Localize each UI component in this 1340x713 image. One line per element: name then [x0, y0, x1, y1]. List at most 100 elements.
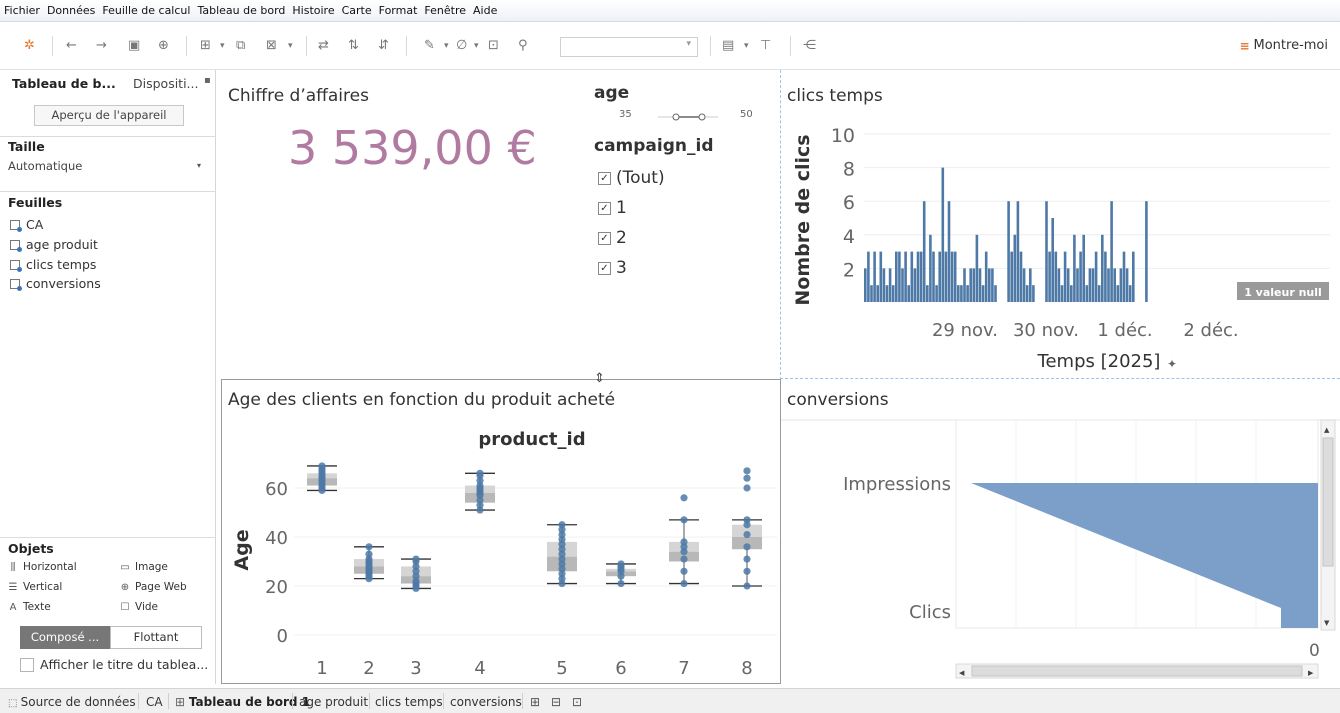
clics-bar [1145, 201, 1148, 302]
swap-icon[interactable]: ⇄ [318, 38, 329, 54]
age-point [743, 567, 751, 575]
clics-bar [891, 285, 895, 302]
chevron-down-icon[interactable]: ▾ [744, 38, 749, 54]
chevron-down-icon[interactable]: ▾ [220, 38, 225, 54]
tableau-logo-icon[interactable]: ✲ [24, 38, 35, 54]
sheet-item-conversions[interactable]: conversions [10, 276, 101, 291]
sheet-item-age-produit[interactable]: age produit [10, 237, 98, 252]
show-cards-icon[interactable]: ▤ [722, 38, 734, 54]
object-vertical[interactable]: ☰ Vertical [8, 581, 63, 593]
clics-bar [944, 251, 948, 302]
object-image[interactable]: ▭ Image [120, 561, 168, 573]
highlight-icon[interactable]: ✎ [424, 38, 435, 54]
chevron-down-icon[interactable]: ▾ [444, 38, 449, 54]
tab-clics-temps[interactable]: clics temps [375, 695, 443, 709]
campaign-option-3[interactable]: ✓ 3 [598, 258, 627, 278]
tiled-toggle-button[interactable]: Composé ... [20, 626, 110, 649]
checkbox[interactable] [20, 657, 34, 672]
age-range-slider[interactable] [658, 113, 718, 121]
clics-bar [1048, 251, 1051, 302]
age-point [617, 579, 625, 588]
redo-icon[interactable]: → [96, 38, 107, 54]
new-worksheet-icon[interactable]: ⊞ [530, 695, 540, 709]
clics-bar [879, 251, 883, 302]
chevron-down-icon[interactable]: ▾ [474, 38, 479, 54]
slider-handle-max[interactable] [698, 113, 706, 121]
divider [0, 136, 216, 137]
menu-feuille-de-calcul[interactable]: Feuille de calcul [102, 4, 190, 17]
clics-bar [1032, 285, 1035, 302]
age-point [743, 543, 751, 551]
ca-value: 3 539,00 € [288, 121, 537, 175]
clics-bar [895, 251, 898, 302]
floating-toggle-button[interactable]: Flottant [110, 626, 202, 649]
share-icon[interactable]: ⋲ [803, 38, 816, 54]
object-blank[interactable]: ☐ Vide [120, 601, 158, 613]
text-label-icon[interactable]: ⊡ [488, 38, 499, 54]
clics-bar [904, 251, 907, 302]
menu-format[interactable]: Format [379, 4, 418, 17]
clics-bar [1060, 285, 1064, 302]
tab-dashboard[interactable]: Tableau de b... [12, 76, 116, 91]
sheet-item-ca[interactable]: CA [10, 217, 43, 232]
menu-bar: Fichier Données Feuille de calcul Tablea… [0, 0, 1340, 22]
device-preview-button[interactable]: Aperçu de l'appareil [34, 105, 184, 126]
toolbar-separator [306, 36, 307, 56]
show-title-checkbox[interactable]: Afficher le titre du tablea... [20, 657, 208, 672]
menu-fichier[interactable]: Fichier [4, 4, 40, 17]
chevron-down-icon[interactable]: ▾ [288, 38, 293, 54]
sort-descending-icon[interactable]: ⇵ [378, 38, 389, 54]
checkbox-checked-icon[interactable]: ✓ [598, 261, 611, 275]
object-text[interactable]: A Texte [8, 601, 51, 613]
checkbox-checked-icon[interactable]: ✓ [598, 201, 611, 215]
new-datasource-icon[interactable]: ⊕ [158, 38, 169, 54]
campaign-option-all[interactable]: ✓ (Tout) [598, 168, 665, 188]
tab-menu-icon[interactable]: ▪ [204, 75, 211, 86]
clics-bar [1085, 285, 1089, 302]
checkbox-checked-icon[interactable]: ✓ [598, 231, 611, 245]
size-select[interactable]: Automatique [8, 159, 82, 173]
resize-handle-icon[interactable]: ⇕ [594, 371, 605, 386]
x-axis-label: 0 [1309, 641, 1320, 661]
clear-sheet-icon[interactable]: ⊠ [266, 38, 277, 54]
menu-donnees[interactable]: Données [47, 4, 95, 17]
conversions-title: conversions [787, 390, 889, 410]
campaign-option-1[interactable]: ✓ 1 [598, 198, 627, 218]
slider-handle-min[interactable] [672, 113, 680, 121]
campaign-option-2[interactable]: ✓ 2 [598, 228, 627, 248]
menu-histoire[interactable]: Histoire [292, 4, 334, 17]
sort-ascending-icon[interactable]: ⇅ [348, 38, 359, 54]
menu-fenetre[interactable]: Fenêtre [424, 4, 466, 17]
tab-datasource[interactable]: ⬚ Source de données [8, 695, 136, 709]
x-tick-label: 29 nov. [932, 320, 998, 341]
chevron-down-icon[interactable]: ▾ [197, 161, 201, 170]
object-label: Vertical [23, 581, 63, 593]
paperclip-icon[interactable]: ∅ [456, 38, 467, 54]
menu-carte[interactable]: Carte [342, 4, 372, 17]
new-worksheet-icon[interactable]: ⊞ [200, 38, 211, 54]
object-horizontal[interactable]: ⫼ Horizontal [8, 561, 77, 573]
sheet-item-clics-temps[interactable]: clics temps [10, 257, 96, 272]
show-me-button[interactable]: ≡ Montre-moi [1239, 38, 1328, 53]
pin-icon[interactable]: ⚲ [518, 38, 528, 54]
new-story-icon[interactable]: ⊡ [572, 695, 582, 709]
checkbox-checked-icon[interactable]: ✓ [598, 171, 611, 185]
tab-layout[interactable]: Dispositi... [133, 76, 198, 91]
scrollbar-thumb [1322, 437, 1334, 567]
menu-aide[interactable]: Aide [473, 4, 497, 17]
undo-icon[interactable]: ← [66, 38, 77, 54]
tab-conversions[interactable]: conversions [450, 695, 522, 709]
campaign-option-label: 3 [616, 258, 627, 278]
age-point [743, 484, 751, 492]
tab-ca[interactable]: CA [146, 695, 163, 709]
menu-tableau-de-bord[interactable]: Tableau de bord [197, 4, 285, 17]
fit-select[interactable]: ▾ [560, 37, 698, 57]
tab-age-produit[interactable]: age produit [299, 695, 368, 709]
tab-dashboard-1[interactable]: ⊞ Tableau de bord 1 [175, 695, 310, 709]
object-web-page[interactable]: ⊕ Page Web [120, 581, 187, 593]
presentation-icon[interactable]: ⊤ [760, 38, 771, 54]
duplicate-icon[interactable]: ⧉ [236, 38, 245, 54]
age-filter-title: age [594, 83, 630, 103]
save-icon[interactable]: ▣ [128, 38, 140, 54]
new-dashboard-icon[interactable]: ⊟ [551, 695, 561, 709]
